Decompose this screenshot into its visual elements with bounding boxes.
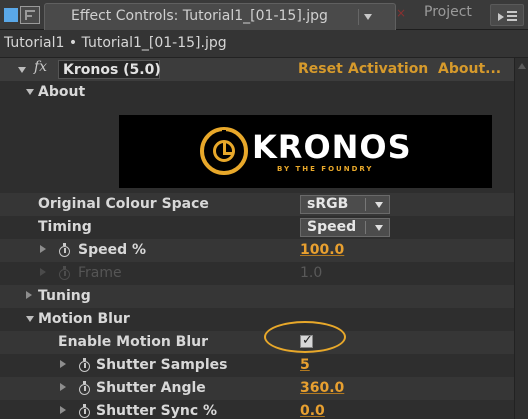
speed-label: Speed % xyxy=(78,242,147,258)
shutter-samples-value[interactable]: 5 xyxy=(300,357,310,373)
twirl-down-icon[interactable] xyxy=(26,89,34,95)
frame-label: Frame xyxy=(78,265,122,281)
param-row-shutter-samples: Shutter Samples 5 xyxy=(0,354,514,377)
frame-value: 1.0 xyxy=(300,265,323,281)
effect-controls-list: fx Kronos (5.0) Reset Activation About..… xyxy=(0,58,514,419)
stopwatch-icon[interactable] xyxy=(78,358,92,373)
effect-header-row: fx Kronos (5.0) Reset Activation About..… xyxy=(0,58,514,81)
twirl-right-icon[interactable] xyxy=(40,245,46,253)
param-group-tuning: Tuning xyxy=(0,285,514,308)
activation-link[interactable]: Activation xyxy=(348,61,428,77)
motion-blur-label: Motion Blur xyxy=(38,311,130,327)
twirl-down-icon[interactable] xyxy=(18,67,26,73)
panel-menu-button[interactable] xyxy=(490,4,524,26)
logo-tagline: BY THE FOUNDRY xyxy=(277,165,374,173)
twirl-right-icon[interactable] xyxy=(26,291,32,299)
stopwatch-icon[interactable] xyxy=(78,381,92,396)
menu-arrow-icon xyxy=(498,13,504,21)
param-row-timing: Timing Speed xyxy=(0,216,514,239)
chevron-down-icon xyxy=(364,14,372,20)
param-row-enable-motion-blur: Enable Motion Blur ✓ xyxy=(0,331,514,354)
chevron-down-icon xyxy=(375,202,383,208)
param-row-colour-space: Original Colour Space sRGB xyxy=(0,193,514,216)
reset-link[interactable]: Reset xyxy=(298,61,343,77)
stopwatch-icon[interactable] xyxy=(58,243,72,258)
colour-space-dropdown[interactable]: sRGB xyxy=(300,195,390,214)
twirl-down-icon[interactable] xyxy=(26,316,34,322)
param-group-motion-blur: Motion Blur xyxy=(0,308,514,331)
param-row-speed: Speed % 100.0 xyxy=(0,239,514,262)
tab-effect-controls-label: Effect Controls: Tutorial1_[01-15].jpg xyxy=(71,8,328,24)
panel-tab-bar: Effect Controls: Tutorial1_[01-15].jpg ×… xyxy=(0,0,528,30)
tuning-label: Tuning xyxy=(38,288,91,304)
speed-value[interactable]: 100.0 xyxy=(300,242,344,258)
about-link[interactable]: About... xyxy=(438,61,501,77)
timing-label: Timing xyxy=(38,219,92,235)
tab-dropdown-button[interactable] xyxy=(358,9,376,25)
logo-wordmark: KRONOS xyxy=(252,128,412,166)
tab-effect-controls[interactable]: Effect Controls: Tutorial1_[01-15].jpg xyxy=(44,3,396,30)
colour-space-value: sRGB xyxy=(307,196,349,212)
enable-motion-blur-label: Enable Motion Blur xyxy=(58,334,209,350)
stopwatch-icon xyxy=(58,266,72,281)
shutter-samples-label: Shutter Samples xyxy=(96,357,228,373)
colour-space-label: Original Colour Space xyxy=(38,196,209,212)
annotation-ellipse xyxy=(264,321,346,353)
fx-icon[interactable]: fx xyxy=(34,59,56,78)
menu-lines-icon xyxy=(507,11,517,13)
tab-close-icon[interactable]: × xyxy=(396,6,406,20)
about-label: About xyxy=(38,84,86,100)
shutter-angle-label: Shutter Angle xyxy=(96,380,206,396)
shutter-angle-value[interactable]: 360.0 xyxy=(300,380,344,396)
kronos-clock-icon xyxy=(200,127,248,175)
panel-grip-icon[interactable] xyxy=(4,8,18,22)
stopwatch-icon[interactable] xyxy=(78,404,92,419)
effect-name-field[interactable]: Kronos (5.0) xyxy=(58,60,161,79)
param-row-shutter-sync: Shutter Sync % 0.0 xyxy=(0,400,514,419)
timing-value: Speed xyxy=(307,219,357,235)
param-row-frame: Frame 1.0 xyxy=(0,262,514,285)
vertical-scrollbar[interactable] xyxy=(514,58,528,419)
tab-project[interactable]: Project xyxy=(424,4,472,20)
twirl-right-icon[interactable] xyxy=(60,360,66,368)
breadcrumb-text: Tutorial1 • Tutorial1_[01-15].jpg xyxy=(4,35,227,51)
param-row-shutter-angle: Shutter Angle 360.0 xyxy=(0,377,514,400)
chevron-down-icon xyxy=(375,225,383,231)
breadcrumb: Tutorial1 • Tutorial1_[01-15].jpg xyxy=(0,30,528,58)
twirl-right-icon[interactable] xyxy=(60,383,66,391)
shutter-sync-value[interactable]: 0.0 xyxy=(300,403,325,419)
shutter-sync-label: Shutter Sync % xyxy=(96,403,218,419)
effect-controls-icon xyxy=(20,6,40,24)
effect-name: Kronos (5.0) xyxy=(63,62,161,78)
twirl-right-icon xyxy=(40,268,46,276)
twirl-right-icon[interactable] xyxy=(60,406,66,414)
kronos-logo: KRONOS BY THE FOUNDRY xyxy=(119,115,492,188)
scroll-up-icon[interactable] xyxy=(517,60,527,74)
timing-dropdown[interactable]: Speed xyxy=(300,218,390,237)
